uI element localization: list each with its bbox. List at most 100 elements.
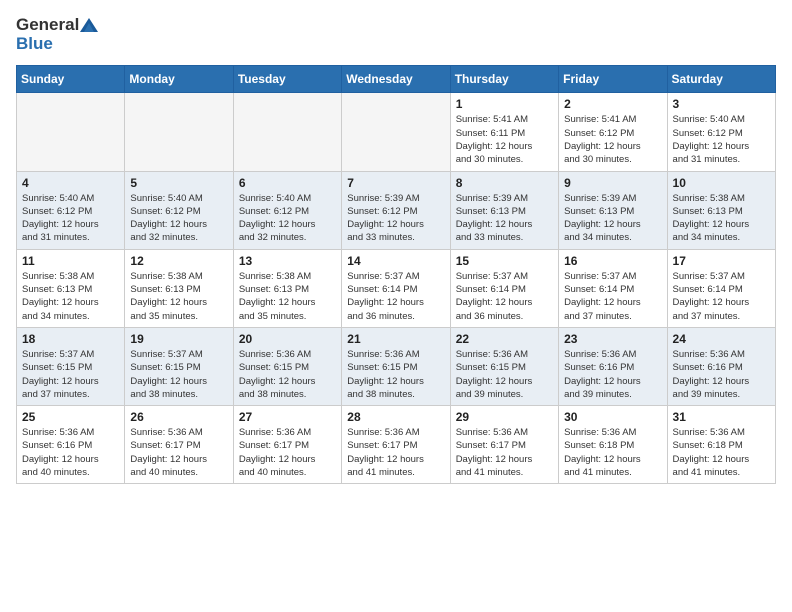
day-number: 6 [239, 176, 336, 190]
calendar-cell: 15Sunrise: 5:37 AM Sunset: 6:14 PM Dayli… [450, 249, 558, 327]
day-info: Sunrise: 5:36 AM Sunset: 6:15 PM Dayligh… [456, 348, 553, 401]
calendar-cell [17, 93, 125, 171]
day-number: 5 [130, 176, 227, 190]
calendar-week-1: 1Sunrise: 5:41 AM Sunset: 6:11 PM Daylig… [17, 93, 776, 171]
day-number: 12 [130, 254, 227, 268]
day-number: 29 [456, 410, 553, 424]
day-number: 27 [239, 410, 336, 424]
day-info: Sunrise: 5:36 AM Sunset: 6:17 PM Dayligh… [239, 426, 336, 479]
calendar-cell [125, 93, 233, 171]
calendar-cell: 21 Sunrise: 5:36 AM Sunset: 6:15 PM Dayli… [342, 327, 450, 405]
weekday-header-wednesday: Wednesday [342, 66, 450, 93]
calendar-cell: 20 Sunrise: 5:36 AM Sunset: 6:15 PM Dayli… [233, 327, 341, 405]
day-number: 10 [673, 176, 770, 190]
day-info: Sunrise: 5:38 AM Sunset: 6:13 PM Dayligh… [22, 270, 119, 323]
calendar-table: SundayMondayTuesdayWednesdayThursdayFrid… [16, 65, 776, 484]
day-number: 7 [347, 176, 444, 190]
day-number: 13 [239, 254, 336, 268]
calendar-week-3: 11 Sunrise: 5:38 AM Sunset: 6:13 PM Dayli… [17, 249, 776, 327]
day-info: Sunrise: 5:37 AM Sunset: 6:14 PM Dayligh… [673, 270, 770, 323]
calendar-cell: 6Sunrise: 5:40 AM Sunset: 6:12 PM Daylig… [233, 171, 341, 249]
day-info: Sunrise: 5:38 AM Sunset: 6:13 PM Dayligh… [673, 192, 770, 245]
day-info: Sunrise: 5:37 AM Sunset: 6:15 PM Dayligh… [22, 348, 119, 401]
day-number: 11 [22, 254, 119, 268]
calendar-cell: 1Sunrise: 5:41 AM Sunset: 6:11 PM Daylig… [450, 93, 558, 171]
day-number: 19 [130, 332, 227, 346]
day-info: Sunrise: 5:41 AM Sunset: 6:12 PM Dayligh… [564, 113, 661, 166]
day-info: Sunrise: 5:37 AM Sunset: 6:14 PM Dayligh… [347, 270, 444, 323]
day-info: Sunrise: 5:39 AM Sunset: 6:13 PM Dayligh… [456, 192, 553, 245]
day-info: Sunrise: 5:38 AM Sunset: 6:13 PM Dayligh… [239, 270, 336, 323]
day-number: 28 [347, 410, 444, 424]
calendar-cell: 31 Sunrise: 5:36 AM Sunset: 6:18 PM Dayli… [667, 406, 775, 484]
day-number: 1 [456, 97, 553, 111]
calendar-cell: 16 Sunrise: 5:37 AM Sunset: 6:14 PM Dayli… [559, 249, 667, 327]
day-number: 20 [239, 332, 336, 346]
day-info: Sunrise: 5:36 AM Sunset: 6:18 PM Dayligh… [673, 426, 770, 479]
day-number: 23 [564, 332, 661, 346]
day-number: 25 [22, 410, 119, 424]
calendar-cell: 19 Sunrise: 5:37 AM Sunset: 6:15 PM Dayli… [125, 327, 233, 405]
calendar-cell: 10 Sunrise: 5:38 AM Sunset: 6:13 PM Dayli… [667, 171, 775, 249]
calendar-cell [342, 93, 450, 171]
day-info: Sunrise: 5:37 AM Sunset: 6:14 PM Dayligh… [564, 270, 661, 323]
day-info: Sunrise: 5:36 AM Sunset: 6:15 PM Dayligh… [347, 348, 444, 401]
day-number: 31 [673, 410, 770, 424]
calendar-week-4: 18 Sunrise: 5:37 AM Sunset: 6:15 PM Dayli… [17, 327, 776, 405]
day-info: Sunrise: 5:36 AM Sunset: 6:16 PM Dayligh… [564, 348, 661, 401]
day-number: 4 [22, 176, 119, 190]
calendar-cell: 27 Sunrise: 5:36 AM Sunset: 6:17 PM Dayli… [233, 406, 341, 484]
day-info: Sunrise: 5:36 AM Sunset: 6:18 PM Dayligh… [564, 426, 661, 479]
day-number: 16 [564, 254, 661, 268]
calendar-cell: 26 Sunrise: 5:36 AM Sunset: 6:17 PM Dayli… [125, 406, 233, 484]
day-number: 3 [673, 97, 770, 111]
calendar-cell: 25 Sunrise: 5:36 AM Sunset: 6:16 PM Dayli… [17, 406, 125, 484]
day-info: Sunrise: 5:36 AM Sunset: 6:16 PM Dayligh… [22, 426, 119, 479]
calendar-week-2: 4 Sunrise: 5:40 AM Sunset: 6:12 PM Daylig… [17, 171, 776, 249]
day-info: Sunrise: 5:40 AM Sunset: 6:12 PM Dayligh… [673, 113, 770, 166]
calendar-cell: 30Sunrise: 5:36 AM Sunset: 6:18 PM Dayli… [559, 406, 667, 484]
day-number: 15 [456, 254, 553, 268]
weekday-header-thursday: Thursday [450, 66, 558, 93]
calendar-cell: 23 Sunrise: 5:36 AM Sunset: 6:16 PM Dayli… [559, 327, 667, 405]
day-number: 8 [456, 176, 553, 190]
day-info: Sunrise: 5:36 AM Sunset: 6:16 PM Dayligh… [673, 348, 770, 401]
day-info: Sunrise: 5:37 AM Sunset: 6:15 PM Dayligh… [130, 348, 227, 401]
calendar-cell: 5 Sunrise: 5:40 AM Sunset: 6:12 PM Daylig… [125, 171, 233, 249]
day-info: Sunrise: 5:36 AM Sunset: 6:17 PM Dayligh… [130, 426, 227, 479]
day-number: 2 [564, 97, 661, 111]
calendar-cell: 12 Sunrise: 5:38 AM Sunset: 6:13 PM Dayli… [125, 249, 233, 327]
calendar-cell: 29 Sunrise: 5:36 AM Sunset: 6:17 PM Dayli… [450, 406, 558, 484]
day-number: 22 [456, 332, 553, 346]
day-info: Sunrise: 5:40 AM Sunset: 6:12 PM Dayligh… [130, 192, 227, 245]
calendar-cell [233, 93, 341, 171]
logo-general: General [16, 15, 79, 34]
day-number: 26 [130, 410, 227, 424]
day-info: Sunrise: 5:40 AM Sunset: 6:12 PM Dayligh… [22, 192, 119, 245]
day-info: Sunrise: 5:36 AM Sunset: 6:15 PM Dayligh… [239, 348, 336, 401]
day-info: Sunrise: 5:39 AM Sunset: 6:13 PM Dayligh… [564, 192, 661, 245]
day-info: Sunrise: 5:36 AM Sunset: 6:17 PM Dayligh… [347, 426, 444, 479]
calendar-cell: 24 Sunrise: 5:36 AM Sunset: 6:16 PM Dayli… [667, 327, 775, 405]
calendar-week-5: 25 Sunrise: 5:36 AM Sunset: 6:16 PM Dayli… [17, 406, 776, 484]
calendar-cell: 13 Sunrise: 5:38 AM Sunset: 6:13 PM Dayli… [233, 249, 341, 327]
day-number: 18 [22, 332, 119, 346]
day-number: 21 [347, 332, 444, 346]
calendar-cell: 2 Sunrise: 5:41 AM Sunset: 6:12 PM Daylig… [559, 93, 667, 171]
calendar-cell: 4 Sunrise: 5:40 AM Sunset: 6:12 PM Daylig… [17, 171, 125, 249]
page-header: General Blue [16, 16, 776, 53]
calendar-cell: 8 Sunrise: 5:39 AM Sunset: 6:13 PM Daylig… [450, 171, 558, 249]
logo-text: General Blue [16, 16, 99, 53]
day-number: 17 [673, 254, 770, 268]
weekday-header-tuesday: Tuesday [233, 66, 341, 93]
day-info: Sunrise: 5:38 AM Sunset: 6:13 PM Dayligh… [130, 270, 227, 323]
calendar-cell: 3 Sunrise: 5:40 AM Sunset: 6:12 PM Daylig… [667, 93, 775, 171]
day-info: Sunrise: 5:39 AM Sunset: 6:12 PM Dayligh… [347, 192, 444, 245]
weekday-header-friday: Friday [559, 66, 667, 93]
day-info: Sunrise: 5:36 AM Sunset: 6:17 PM Dayligh… [456, 426, 553, 479]
calendar-cell: 22 Sunrise: 5:36 AM Sunset: 6:15 PM Dayli… [450, 327, 558, 405]
day-number: 24 [673, 332, 770, 346]
weekday-header-sunday: Sunday [17, 66, 125, 93]
logo-blue: Blue [16, 34, 53, 53]
day-number: 14 [347, 254, 444, 268]
